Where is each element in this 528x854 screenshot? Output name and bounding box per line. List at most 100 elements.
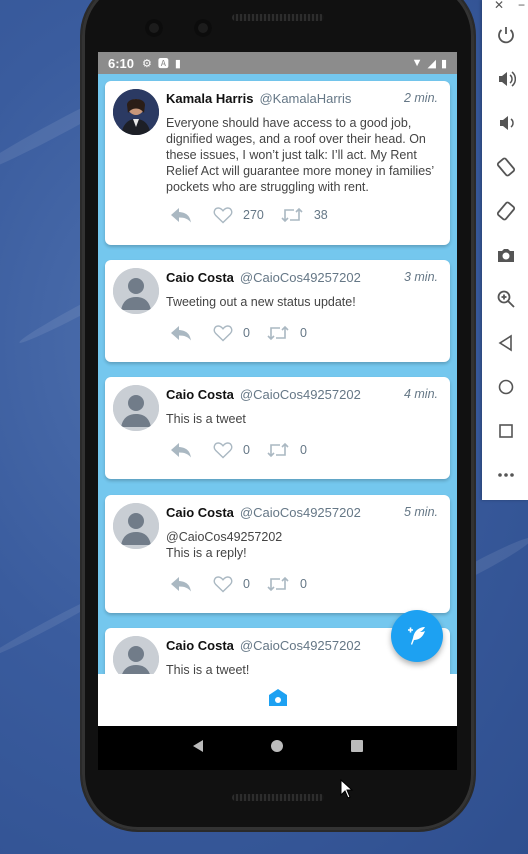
tweet-actions: 0 0 (169, 323, 307, 343)
home-tab[interactable] (267, 687, 289, 714)
avatar[interactable] (113, 636, 159, 674)
tweet-handle: @KamalaHarris (259, 91, 352, 106)
minimize-icon[interactable]: − (518, 0, 525, 12)
front-sensor (194, 19, 212, 37)
home-button[interactable] (495, 376, 517, 398)
home-icon (268, 688, 287, 706)
reply-icon (171, 577, 191, 592)
signal-icon: ◢ (427, 57, 436, 70)
reply-button[interactable] (169, 441, 193, 459)
tweet-time: 4 min. (403, 387, 438, 401)
like-button[interactable]: 0 (213, 324, 250, 342)
recents-nav-button[interactable] (350, 739, 364, 758)
avatar[interactable] (113, 89, 159, 135)
camera-icon (498, 249, 514, 262)
mention-link[interactable]: @CaioCos49257202 (166, 529, 442, 545)
battery-icon: ▮ (440, 57, 447, 70)
power-button[interactable] (495, 24, 517, 46)
volume-up-button[interactable] (495, 68, 517, 90)
like-button[interactable]: 270 (213, 206, 264, 224)
rotate-right-icon (496, 201, 516, 221)
volume-down-icon (500, 116, 514, 130)
retweet-icon (267, 442, 289, 458)
tweet-time: 3 min. (403, 270, 438, 284)
back-button[interactable] (495, 332, 517, 354)
tweet-time: 2 min. (403, 91, 438, 105)
retweet-count: 0 (299, 326, 307, 340)
tweet-card[interactable]: Kamala Harris @KamalaHarris 2 min. Everyo… (105, 81, 450, 245)
retweet-count: 38 (313, 208, 328, 222)
tweet-handle: @CaioCos49257202 (239, 638, 361, 653)
rotate-left-icon (496, 157, 516, 177)
tweet-author: Caio Costa @CaioCos49257202 (166, 638, 361, 653)
tweet-card[interactable]: Caio Costa @CaioCos49257202 3 min. Tweeti… (105, 260, 450, 362)
avatar[interactable] (113, 268, 159, 314)
reply-button[interactable] (169, 575, 193, 593)
more-button[interactable] (495, 464, 517, 486)
square-icon (351, 739, 364, 752)
tweet-text: Everyone should have access to a good jo… (166, 116, 434, 194)
retweet-count: 0 (299, 443, 307, 457)
zoom-button[interactable] (495, 288, 517, 310)
rotate-left-button[interactable] (495, 156, 517, 178)
tweet-actions: 0 0 (169, 440, 307, 460)
like-count: 0 (243, 577, 250, 591)
avatar[interactable] (113, 385, 159, 431)
reply-icon (171, 208, 191, 223)
bottom-navigation (98, 674, 457, 726)
volume-up-icon (499, 71, 516, 87)
compose-tweet-button[interactable] (391, 610, 443, 662)
retweet-button[interactable]: 38 (280, 206, 328, 224)
tweet-handle: @CaioCos49257202 (239, 505, 361, 520)
power-icon (498, 27, 514, 44)
tweet-time: 5 min. (403, 505, 438, 519)
retweet-icon (267, 576, 289, 592)
retweet-count: 0 (299, 577, 307, 591)
home-circle-icon (271, 739, 284, 752)
feather-icon (408, 627, 425, 645)
tweet-text: @CaioCos49257202 This is a reply! (166, 529, 442, 561)
heart-icon (213, 442, 233, 459)
back-nav-button[interactable] (191, 739, 205, 758)
close-icon[interactable]: ✕ (494, 0, 504, 12)
overview-button[interactable] (495, 420, 517, 442)
retweet-button[interactable]: 0 (266, 324, 307, 342)
tweet-card[interactable]: Caio Costa @CaioCos49257202 4 min. This i… (105, 377, 450, 479)
tweet-text: Tweeting out a new status update! (166, 295, 356, 309)
emulator-controls: ✕ − (482, 0, 528, 500)
reply-button[interactable] (169, 206, 193, 224)
back-triangle-icon (192, 739, 203, 752)
volume-down-button[interactable] (495, 112, 517, 134)
wifi-icon: ▼ (411, 57, 423, 69)
tweet-handle: @CaioCos49257202 (239, 387, 361, 402)
like-button[interactable]: 0 (213, 441, 250, 459)
like-count: 0 (243, 443, 250, 457)
tweet-author: Kamala Harris @KamalaHarris (166, 91, 352, 106)
tweet-handle: @CaioCos49257202 (239, 270, 361, 285)
reply-button[interactable] (169, 324, 193, 342)
rotate-right-button[interactable] (495, 200, 517, 222)
zoom-icon (497, 290, 515, 308)
reply-text: This is a reply! (166, 546, 247, 560)
tweet-actions: 270 38 (169, 205, 328, 225)
home-nav-button[interactable] (270, 739, 284, 758)
retweet-button[interactable]: 0 (266, 441, 307, 459)
system-navigation-bar (98, 726, 457, 770)
retweet-button[interactable]: 0 (266, 575, 307, 593)
bottom-speaker (232, 794, 324, 801)
circle-icon (498, 379, 514, 395)
tweet-author: Caio Costa @CaioCos49257202 (166, 387, 361, 402)
sd-card-icon: ▮ (174, 57, 181, 70)
front-camera (145, 19, 163, 37)
tweet-feed[interactable]: Kamala Harris @KamalaHarris 2 min. Everyo… (98, 74, 457, 674)
status-bar: 6:10 ⚙ 🅰 ▮ ▼ ◢ ▮ (98, 52, 457, 74)
like-button[interactable]: 0 (213, 575, 250, 593)
tweet-card[interactable]: Caio Costa @CaioCos49257202 5 min. @CaioC… (105, 495, 450, 613)
screenshot-button[interactable] (495, 244, 517, 266)
heart-icon (213, 325, 233, 342)
avatar[interactable] (113, 503, 159, 549)
heart-icon (213, 576, 233, 593)
retweet-icon (267, 325, 289, 341)
status-time: 6:10 (108, 55, 135, 71)
heart-icon (213, 207, 233, 224)
